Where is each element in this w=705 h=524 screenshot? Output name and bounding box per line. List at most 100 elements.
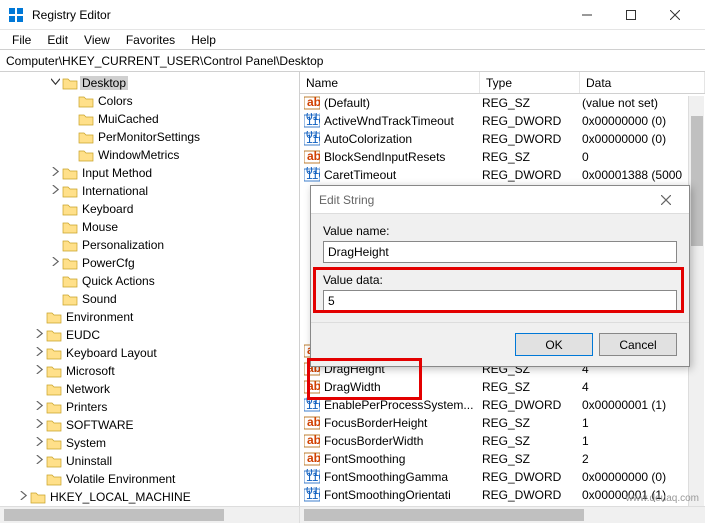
list-row[interactable]: DragWidthREG_SZ4 bbox=[300, 378, 705, 396]
tree-item[interactable]: WindowMetrics bbox=[0, 146, 299, 164]
tree-item[interactable]: Environment bbox=[0, 308, 299, 326]
tree-item[interactable]: Printers bbox=[0, 398, 299, 416]
menu-help[interactable]: Help bbox=[183, 31, 224, 49]
expander-icon[interactable] bbox=[16, 491, 30, 503]
tree-item[interactable]: PowerCfg bbox=[0, 254, 299, 272]
tree-item[interactable]: Volatile Environment bbox=[0, 470, 299, 488]
value-name: ActiveWndTrackTimeout bbox=[324, 114, 482, 128]
expander-icon[interactable] bbox=[48, 185, 62, 197]
tree-item[interactable]: Uninstall bbox=[0, 452, 299, 470]
expander-icon[interactable] bbox=[32, 329, 46, 341]
maximize-button[interactable] bbox=[609, 0, 653, 30]
value-data: 0 bbox=[582, 150, 705, 164]
tree-item[interactable]: Quick Actions bbox=[0, 272, 299, 290]
list-row[interactable]: (Default)REG_SZ(value not set) bbox=[300, 94, 705, 112]
tree-item[interactable]: PerMonitorSettings bbox=[0, 128, 299, 146]
value-type-icon bbox=[304, 149, 320, 165]
expander-icon[interactable] bbox=[32, 347, 46, 359]
value-name: FocusBorderHeight bbox=[324, 416, 482, 430]
value-name: DragWidth bbox=[324, 380, 482, 394]
tree-item[interactable]: Keyboard bbox=[0, 200, 299, 218]
tree-item[interactable]: Personalization bbox=[0, 236, 299, 254]
expander-icon[interactable] bbox=[48, 77, 62, 89]
expander-icon[interactable] bbox=[32, 437, 46, 449]
list-row[interactable]: EnablePerProcessSystem...REG_DWORD0x0000… bbox=[300, 396, 705, 414]
tree-item[interactable]: EUDC bbox=[0, 326, 299, 344]
tree-item-label: Keyboard Layout bbox=[64, 346, 159, 360]
list-row[interactable]: FocusBorderHeightREG_SZ1 bbox=[300, 414, 705, 432]
list-row[interactable]: FocusBorderWidthREG_SZ1 bbox=[300, 432, 705, 450]
tree-item-label: System bbox=[64, 436, 108, 450]
list-row[interactable]: BlockSendInputResetsREG_SZ0 bbox=[300, 148, 705, 166]
value-name-input[interactable] bbox=[323, 241, 677, 263]
value-name: FontSmoothingOrientati bbox=[324, 488, 482, 502]
tree-item[interactable]: MuiCached bbox=[0, 110, 299, 128]
list-header: Name Type Data bbox=[300, 72, 705, 94]
minimize-button[interactable] bbox=[565, 0, 609, 30]
tree-item[interactable]: International bbox=[0, 182, 299, 200]
value-data: 0x00000000 (0) bbox=[582, 114, 705, 128]
tree-item-label: Mouse bbox=[80, 220, 120, 234]
tree-item-label: Sound bbox=[80, 292, 119, 306]
tree-item[interactable]: Microsoft bbox=[0, 362, 299, 380]
folder-icon bbox=[30, 490, 46, 504]
menu-file[interactable]: File bbox=[4, 31, 39, 49]
folder-icon bbox=[62, 166, 78, 180]
tree-item[interactable]: System bbox=[0, 434, 299, 452]
folder-icon bbox=[62, 256, 78, 270]
tree-view[interactable]: DesktopColorsMuiCachedPerMonitorSettings… bbox=[0, 72, 300, 506]
tree-item[interactable]: Sound bbox=[0, 290, 299, 308]
menu-view[interactable]: View bbox=[76, 31, 118, 49]
cancel-button[interactable]: Cancel bbox=[599, 333, 677, 356]
value-data: (value not set) bbox=[582, 96, 705, 110]
value-type-icon bbox=[304, 451, 320, 467]
ok-button[interactable]: OK bbox=[515, 333, 593, 356]
tree-item-label: HKEY_LOCAL_MACHINE bbox=[48, 490, 193, 504]
value-type: REG_SZ bbox=[482, 416, 582, 430]
tree-item[interactable]: Keyboard Layout bbox=[0, 344, 299, 362]
value-name: FontSmoothingGamma bbox=[324, 470, 482, 484]
v-scrollbar[interactable] bbox=[688, 96, 704, 506]
value-data-input[interactable] bbox=[323, 290, 677, 312]
folder-icon bbox=[46, 382, 62, 396]
list-row[interactable]: FontSmoothingREG_SZ2 bbox=[300, 450, 705, 468]
tree-item[interactable]: HKEY_LOCAL_MACHINE bbox=[0, 488, 299, 506]
dialog-close-button[interactable] bbox=[651, 195, 681, 205]
value-data: 0x00000000 (0) bbox=[582, 132, 705, 146]
tree-item[interactable]: Input Method bbox=[0, 164, 299, 182]
menu-favorites[interactable]: Favorites bbox=[118, 31, 183, 49]
tree-item-label: Quick Actions bbox=[80, 274, 157, 288]
list-row[interactable]: AutoColorizationREG_DWORD0x00000000 (0) bbox=[300, 130, 705, 148]
close-button[interactable] bbox=[653, 0, 697, 30]
expander-icon[interactable] bbox=[32, 455, 46, 467]
tree-item-label: Microsoft bbox=[64, 364, 117, 378]
value-type: REG_DWORD bbox=[482, 470, 582, 484]
address-bar[interactable]: Computer\HKEY_CURRENT_USER\Control Panel… bbox=[0, 50, 705, 72]
tree-item[interactable]: SOFTWARE bbox=[0, 416, 299, 434]
expander-icon[interactable] bbox=[32, 401, 46, 413]
value-data: 1 bbox=[582, 416, 705, 430]
tree-item[interactable]: Mouse bbox=[0, 218, 299, 236]
menu-edit[interactable]: Edit bbox=[39, 31, 76, 49]
h-scrollbar[interactable] bbox=[0, 506, 705, 523]
expander-icon[interactable] bbox=[48, 257, 62, 269]
col-name[interactable]: Name bbox=[300, 72, 480, 93]
tree-item-label: EUDC bbox=[64, 328, 102, 342]
value-name: FontSmoothing bbox=[324, 452, 482, 466]
expander-icon[interactable] bbox=[32, 419, 46, 431]
expander-icon[interactable] bbox=[48, 167, 62, 179]
value-data: 0x00000001 (1) bbox=[582, 398, 705, 412]
tree-item[interactable]: Colors bbox=[0, 92, 299, 110]
list-row[interactable]: FontSmoothingGammaREG_DWORD0x00000000 (0… bbox=[300, 468, 705, 486]
col-type[interactable]: Type bbox=[480, 72, 580, 93]
expander-icon[interactable] bbox=[32, 365, 46, 377]
tree-item[interactable]: Desktop bbox=[0, 74, 299, 92]
tree-item[interactable]: Network bbox=[0, 380, 299, 398]
value-type: REG_DWORD bbox=[482, 398, 582, 412]
value-type-icon bbox=[304, 379, 320, 395]
folder-icon bbox=[62, 76, 78, 90]
list-row[interactable]: ActiveWndTrackTimeoutREG_DWORD0x00000000… bbox=[300, 112, 705, 130]
list-row[interactable]: CaretTimeoutREG_DWORD0x00001388 (5000 bbox=[300, 166, 705, 184]
col-data[interactable]: Data bbox=[580, 72, 705, 93]
dialog-title: Edit String bbox=[319, 193, 651, 207]
